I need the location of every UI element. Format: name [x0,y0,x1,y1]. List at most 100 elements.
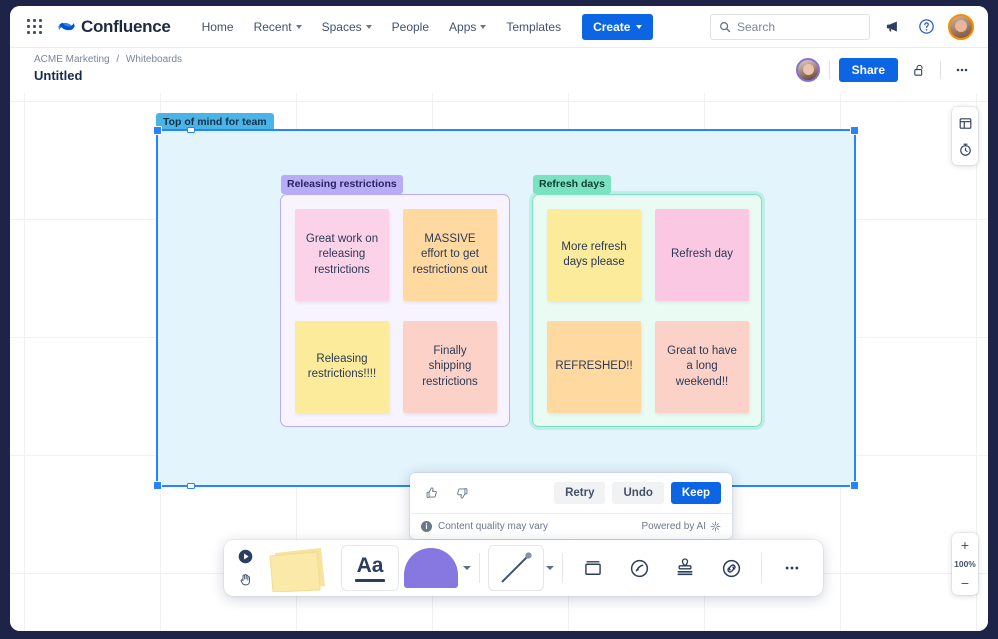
more-horizontal-icon [954,62,970,78]
nav-right-cluster: Search [710,14,974,40]
notifications-button[interactable] [880,15,904,39]
ai-actions-row: Retry Undo Keep [410,473,732,513]
line-dropdown[interactable] [546,566,554,570]
smart-section-icon [629,558,650,579]
thumbs-down-button[interactable] [451,482,473,504]
create-button[interactable]: Create [582,14,653,40]
toolbar-divider [761,553,762,583]
smart-link-tool[interactable] [617,546,661,590]
resize-handle-top-mid[interactable] [187,127,195,133]
megaphone-icon [885,19,900,34]
nav-item-label: People [392,20,429,34]
more-horizontal-icon [783,559,801,577]
layout-panel-button[interactable] [953,111,977,135]
avatar[interactable] [948,14,974,40]
nav-item-label: Apps [449,20,476,34]
text-tool-label: Aa [357,555,384,576]
page-header-actions: Share [796,54,974,82]
create-button-label: Create [593,20,630,34]
sticky-note[interactable]: Great to have a long weekend!! [655,321,749,413]
product-name: Confluence [81,17,171,37]
zoom-level[interactable]: 100% [954,557,976,571]
more-tools-button[interactable] [770,546,814,590]
shape-icon [404,548,458,588]
powered-by-ai: Powered by AI [642,521,721,532]
shape-tool[interactable] [401,546,461,590]
divider [940,61,941,79]
select-tool[interactable] [233,546,257,568]
resize-handle-top-right[interactable] [850,126,859,135]
pointer-tools [233,546,257,591]
chevron-down-icon [636,25,642,29]
confluence-logo[interactable]: Confluence [58,17,171,37]
nav-item-home[interactable]: Home [193,14,243,40]
retry-button[interactable]: Retry [554,482,605,504]
nav-item-people[interactable]: People [383,14,438,40]
collaborator-avatar[interactable] [796,58,820,82]
breadcrumb-space[interactable]: ACME Marketing [34,54,110,65]
breadcrumb: ACME Marketing / Whiteboards [34,54,182,65]
frame-tool[interactable] [571,546,615,590]
nav-item-label: Home [202,20,234,34]
share-button[interactable]: Share [839,58,898,82]
ai-disclaimer-text: Content quality may vary [438,521,548,532]
timer-icon [958,142,973,157]
text-underline [355,579,385,582]
zoom-in-button[interactable]: + [952,533,978,557]
sticky-note[interactable]: Releasing restrictions!!!! [295,321,389,413]
resize-handle-bottom-mid[interactable] [187,483,195,489]
nav-item-templates[interactable]: Templates [497,14,570,40]
sticky-note[interactable]: Great work on releasing restrictions [295,209,389,301]
sticky-note[interactable]: Finally shipping restrictions [403,321,497,413]
thumbs-up-icon [425,486,439,500]
sticky-note[interactable]: Refresh day [655,209,749,301]
line-tool[interactable] [488,545,544,591]
search-input[interactable]: Search [710,14,870,40]
ai-result-panel: Retry Undo Keep i Content quality may va… [410,473,732,539]
chevron-down-icon [480,25,486,29]
text-tool[interactable]: Aa [341,545,399,591]
help-button[interactable] [914,15,938,39]
sticky-note[interactable]: More refresh days please [547,209,641,301]
cursor-play-icon [237,548,254,565]
hand-icon [238,572,253,587]
undo-button[interactable]: Undo [612,482,663,504]
thumbs-up-button[interactable] [421,482,443,504]
history-button[interactable] [953,137,977,161]
resize-handle-top-left[interactable] [153,126,162,135]
hand-tool[interactable] [233,569,257,591]
nav-item-recent[interactable]: Recent [245,14,311,40]
page-title[interactable]: Untitled [34,68,182,83]
app-switcher-icon[interactable] [24,16,46,38]
resize-handle-bottom-right[interactable] [850,481,859,490]
nav-item-apps[interactable]: Apps [440,14,495,40]
toolbar-divider [479,553,480,583]
sticky-note[interactable]: MASSIVE effort to get restrictions out [403,209,497,301]
link-tool[interactable] [709,546,753,590]
zoom-control: + 100% − [952,533,978,595]
right-rail [952,107,978,165]
shape-dropdown[interactable] [463,566,471,570]
resize-handle-bottom-left[interactable] [153,481,162,490]
more-actions-button[interactable] [950,58,974,82]
sticky-note[interactable]: REFRESHED!! [547,321,641,413]
stamp-tool[interactable] [663,546,707,590]
sticky-group-refresh-days[interactable]: Refresh days More refresh days please Re… [532,194,762,427]
ai-sparkle-icon [710,521,721,532]
group-label[interactable]: Refresh days [533,175,611,194]
nav-item-label: Spaces [322,20,362,34]
breadcrumb-section[interactable]: Whiteboards [126,54,182,65]
nav-item-spaces[interactable]: Spaces [313,14,381,40]
group-label[interactable]: Releasing restrictions [281,175,403,194]
frame-icon [583,558,603,578]
whiteboard-canvas[interactable]: Top of mind for team Releasing restricti… [10,93,988,631]
unlock-icon [912,63,927,78]
keep-button[interactable]: Keep [671,482,721,504]
divider [829,61,830,79]
restrictions-button[interactable] [907,58,931,82]
zoom-out-button[interactable]: − [952,571,978,595]
ai-disclaimer-row: i Content quality may vary Powered by AI [410,513,732,539]
confluence-mark-icon [58,18,75,35]
sticky-group-releasing-restrictions[interactable]: Releasing restrictions Great work on rel… [280,194,510,427]
sticky-note-tool[interactable] [259,546,339,590]
